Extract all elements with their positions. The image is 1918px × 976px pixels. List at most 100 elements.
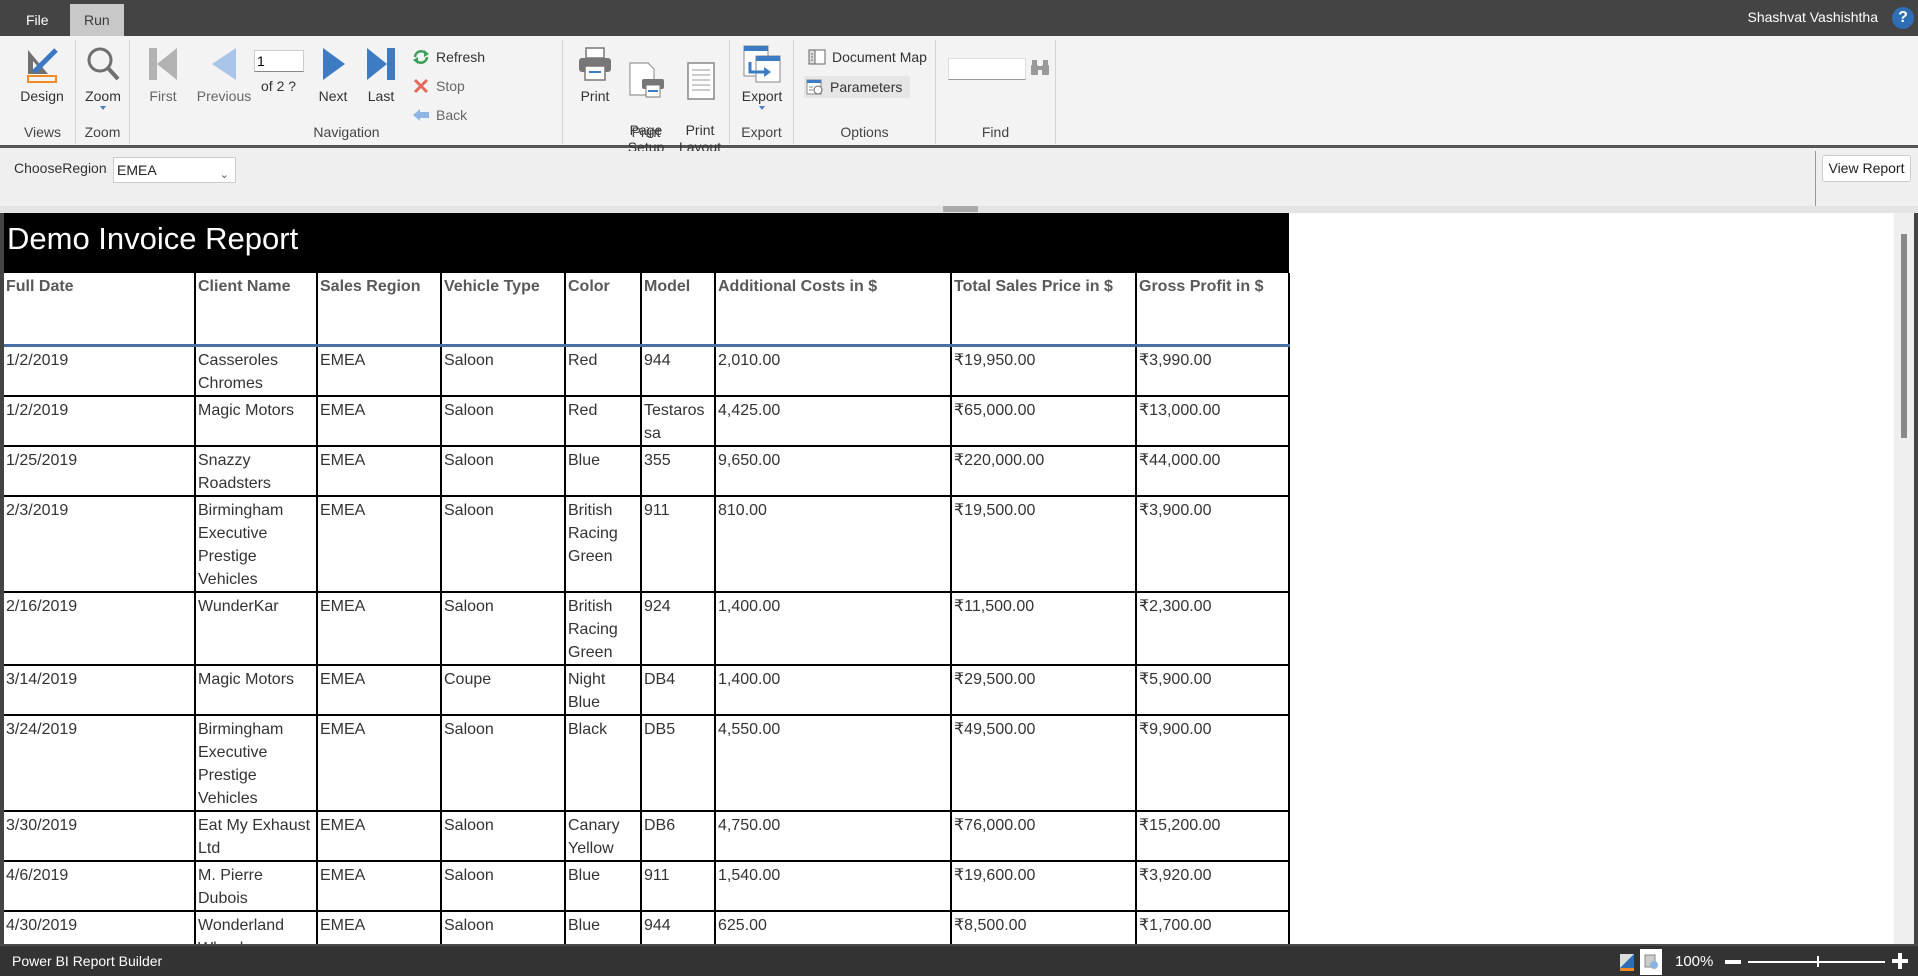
table-cell: ₹29,500.00 xyxy=(951,665,1136,715)
zoom-slider-thumb[interactable] xyxy=(1817,956,1819,967)
table-cell: 4/30/2019 xyxy=(4,911,195,945)
tab-run[interactable]: Run xyxy=(70,4,124,36)
vertical-scrollbar[interactable] xyxy=(1894,213,1914,944)
collapse-handle[interactable] xyxy=(943,206,978,212)
table-cell: Saloon xyxy=(441,345,565,396)
zoom-in-button[interactable] xyxy=(1892,953,1908,969)
parameters-icon xyxy=(806,79,824,95)
scrollbar-thumb[interactable] xyxy=(1901,234,1907,438)
table-cell: ₹65,000.00 xyxy=(951,396,1136,446)
table-cell: Red xyxy=(565,396,641,446)
chevron-down-icon xyxy=(100,106,106,110)
table-cell: ₹5,900.00 xyxy=(1136,665,1289,715)
zoom-button[interactable]: Zoom xyxy=(78,44,128,110)
table-header-row: Full DateClient NameSales RegionVehicle … xyxy=(4,273,1289,345)
table-cell: 924 xyxy=(641,592,715,665)
table-cell: Blue xyxy=(565,911,641,945)
stop-label: Stop xyxy=(436,78,465,94)
table-cell: Night Blue xyxy=(565,665,641,715)
group-views: Design Views xyxy=(10,40,76,144)
design-button[interactable]: Design xyxy=(10,44,74,104)
magnifier-icon xyxy=(83,44,123,84)
next-page-button[interactable]: Next xyxy=(311,44,355,104)
table-row: 3/24/2019Birmingham Executive Prestige V… xyxy=(4,715,1289,811)
table-cell: Canary Yellow xyxy=(565,811,641,861)
document-map-button[interactable]: Document Map xyxy=(806,46,927,68)
column-header: Sales Region xyxy=(317,273,441,345)
table-cell: ₹2,300.00 xyxy=(1136,592,1289,665)
table-cell: ₹3,900.00 xyxy=(1136,496,1289,592)
table-cell: EMEA xyxy=(317,811,441,861)
column-header: Client Name xyxy=(195,273,317,345)
table-cell: ₹9,900.00 xyxy=(1136,715,1289,811)
last-page-button[interactable]: Last xyxy=(359,44,403,104)
previous-page-button[interactable]: Previous xyxy=(194,44,254,104)
table-row: 2/16/2019WunderKarEMEASaloonBritish Raci… xyxy=(4,592,1289,665)
group-label-views: Views xyxy=(10,124,75,140)
normal-view-icon[interactable] xyxy=(1640,949,1662,975)
stop-button[interactable]: Stop xyxy=(410,75,465,97)
zoom-level: 100% xyxy=(1675,953,1713,970)
choose-region-select[interactable]: EMEA ⌄ xyxy=(113,157,236,183)
table-cell: EMEA xyxy=(317,592,441,665)
table-row: 1/2/2019Casseroles ChromesEMEASaloonRed9… xyxy=(4,345,1289,396)
table-cell: ₹220,000.00 xyxy=(951,446,1136,496)
column-header: Gross Profit in $ xyxy=(1136,273,1289,345)
table-cell: Magic Motors xyxy=(195,396,317,446)
print-layout-view-icon[interactable] xyxy=(1618,952,1636,972)
refresh-button[interactable]: Refresh xyxy=(410,46,485,68)
export-label: Export xyxy=(742,88,782,104)
table-cell: EMEA xyxy=(317,861,441,911)
table-cell: ₹19,600.00 xyxy=(951,861,1136,911)
table-cell: 4/6/2019 xyxy=(4,861,195,911)
back-label: Back xyxy=(436,107,467,123)
table-cell: WunderKar xyxy=(195,592,317,665)
design-icon xyxy=(22,44,62,84)
zoom-out-button[interactable] xyxy=(1725,960,1741,964)
table-cell: EMEA xyxy=(317,496,441,592)
table-cell: Saloon xyxy=(441,811,565,861)
view-report-button[interactable]: View Report xyxy=(1822,155,1911,182)
table-cell: Saloon xyxy=(441,911,565,945)
export-button[interactable]: Export xyxy=(736,44,788,110)
table-row: 1/2/2019Magic MotorsEMEASaloonRedTestaro… xyxy=(4,396,1289,446)
table-cell: 9,650.00 xyxy=(715,446,951,496)
app-name: Power BI Report Builder xyxy=(12,953,162,969)
zoom-label: Zoom xyxy=(85,88,121,104)
table-cell: Red xyxy=(565,345,641,396)
help-icon[interactable]: ? xyxy=(1892,7,1914,29)
group-label-find: Find xyxy=(936,124,1055,140)
page-number-input[interactable] xyxy=(254,50,304,72)
user-name[interactable]: Shashvat Vashishtha xyxy=(1748,9,1879,25)
group-navigation: First Previous of 2 ? Next Last xyxy=(131,40,563,144)
column-header: Total Sales Price in $ xyxy=(951,273,1136,345)
column-header: Additional Costs in $ xyxy=(715,273,951,345)
title-bar: File Run Shashvat Vashishtha ? xyxy=(0,0,1918,36)
table-cell: 2,010.00 xyxy=(715,345,951,396)
table-cell: ₹3,920.00 xyxy=(1136,861,1289,911)
find-input[interactable] xyxy=(948,58,1026,80)
table-cell: DB5 xyxy=(641,715,715,811)
group-options: Document Map Parameters Options xyxy=(794,40,936,144)
group-print: Print Page Setup Print Layout Print xyxy=(563,40,730,144)
first-page-button[interactable]: First xyxy=(141,44,185,104)
design-label: Design xyxy=(20,88,64,104)
back-button[interactable]: Back xyxy=(410,104,467,126)
choose-region-label: ChooseRegion xyxy=(14,160,107,176)
table-cell: 944 xyxy=(641,911,715,945)
table-cell: Black xyxy=(565,715,641,811)
refresh-label: Refresh xyxy=(436,49,485,65)
print-layout-icon xyxy=(680,61,720,101)
table-cell: 1/2/2019 xyxy=(4,396,195,446)
column-header: Model xyxy=(641,273,715,345)
export-icon xyxy=(742,44,782,84)
table-cell: 3/14/2019 xyxy=(4,665,195,715)
previous-label: Previous xyxy=(197,88,251,104)
table-cell: ₹15,200.00 xyxy=(1136,811,1289,861)
table-cell: Saloon xyxy=(441,496,565,592)
print-button[interactable]: Print xyxy=(573,44,617,104)
tab-file[interactable]: File xyxy=(12,4,63,36)
print-label: Print xyxy=(581,88,610,104)
binoculars-icon[interactable] xyxy=(1030,58,1050,76)
parameters-button[interactable]: Parameters xyxy=(804,76,910,98)
